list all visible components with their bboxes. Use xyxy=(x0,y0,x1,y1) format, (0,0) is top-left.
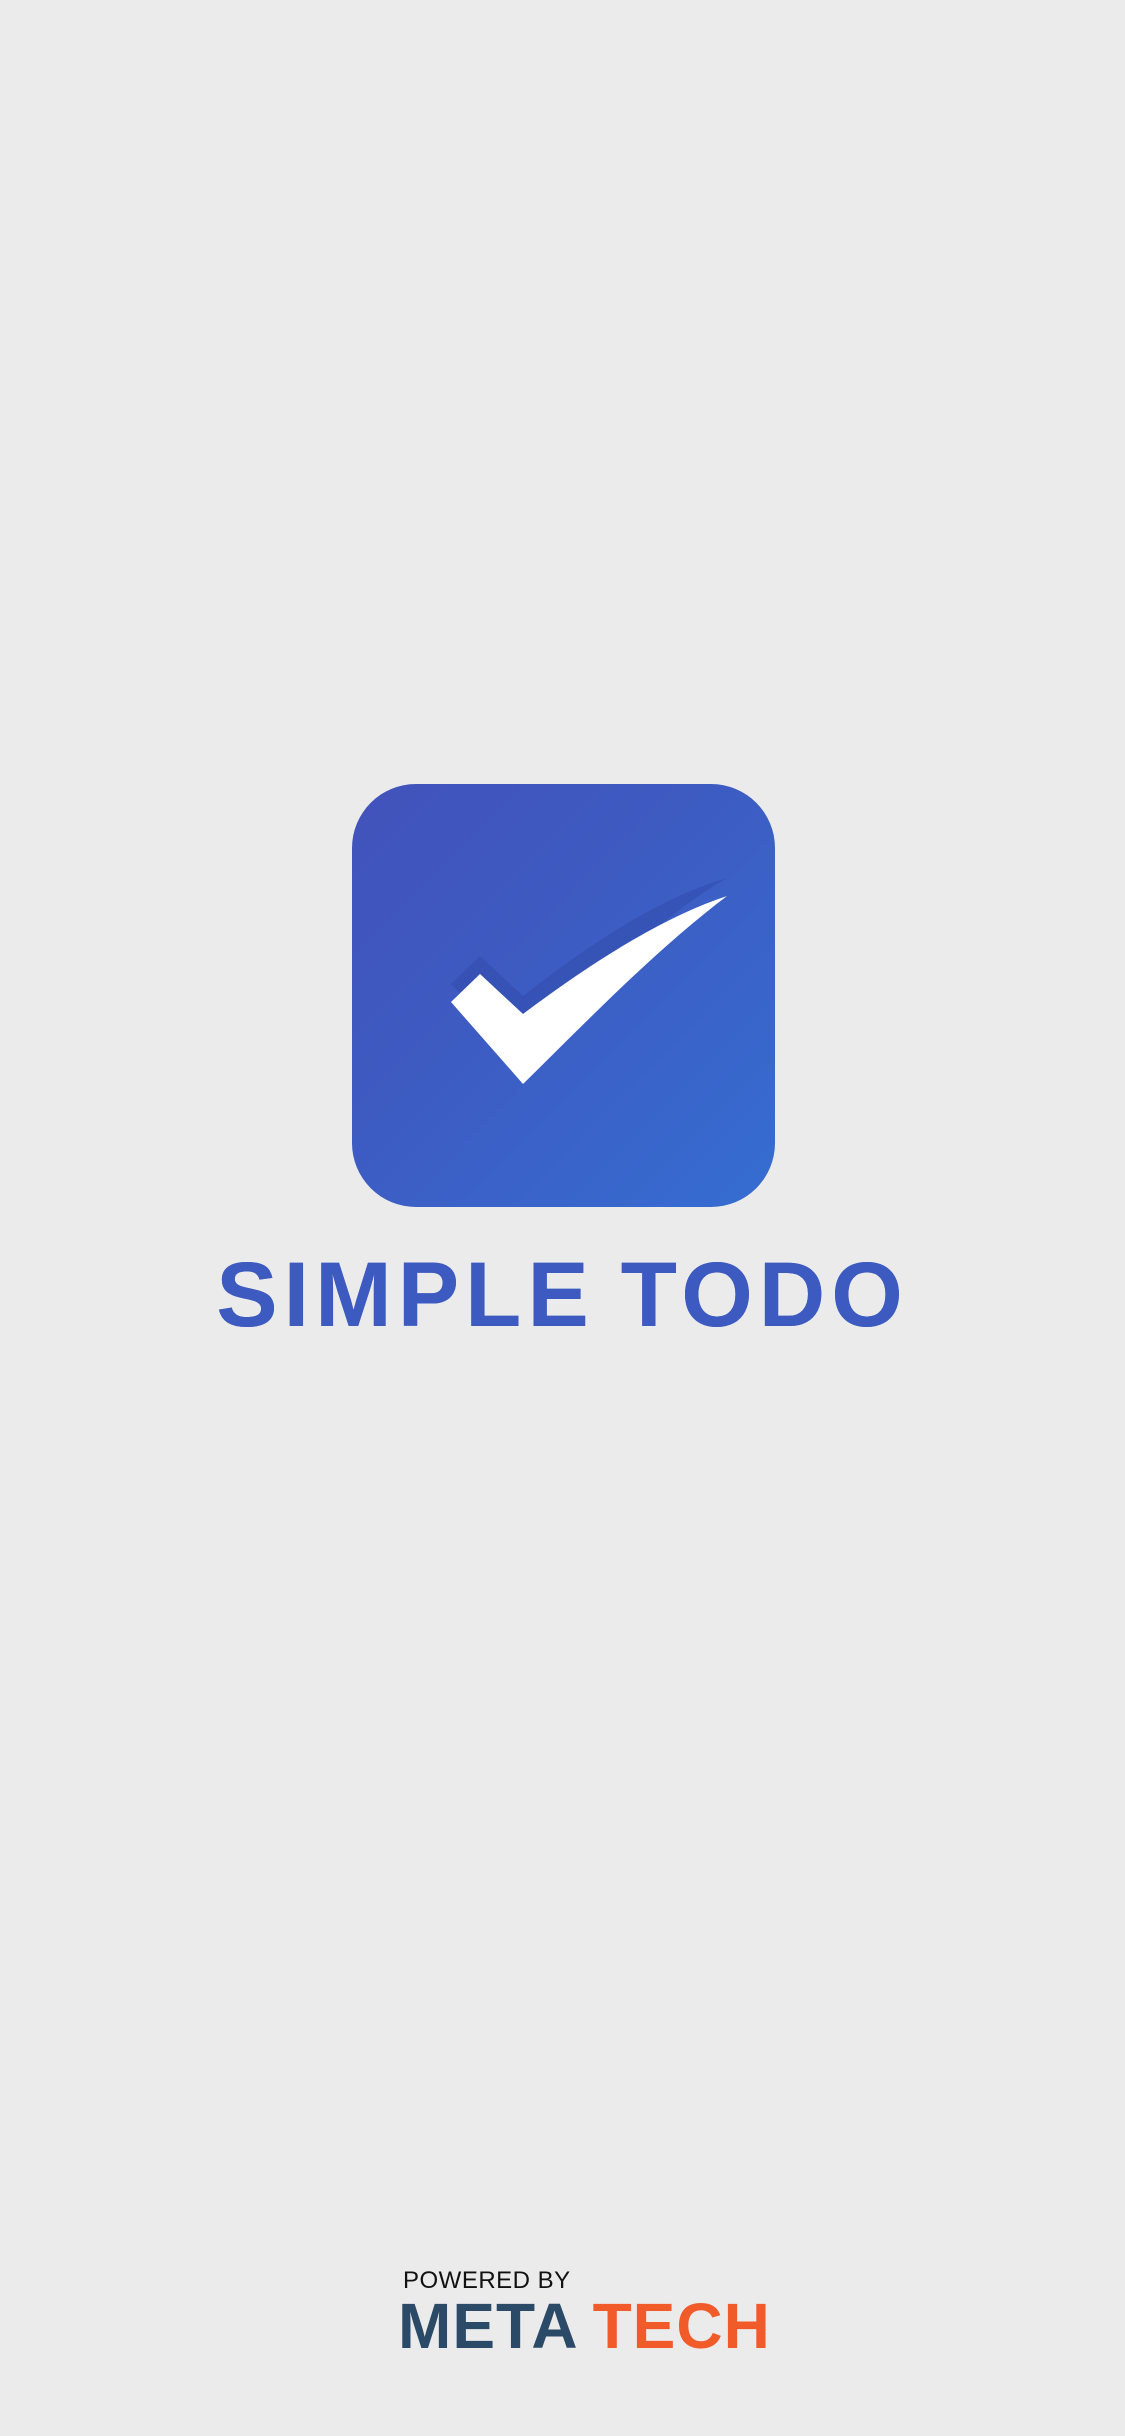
app-logo-icon xyxy=(352,784,775,1207)
app-title-simple: SIMPLE xyxy=(216,1244,595,1346)
checkmark-icon xyxy=(451,878,727,1084)
brand-meta-text: META xyxy=(398,2290,579,2362)
app-title: SIMPLE TODO xyxy=(0,1245,1125,1345)
splash-screen: SIMPLE TODO POWERED BY META TECH xyxy=(0,0,1125,2436)
app-title-todo: TODO xyxy=(620,1244,909,1346)
brand-tech-text: TECH xyxy=(592,2290,771,2362)
brand-logo: META TECH xyxy=(398,2290,771,2362)
